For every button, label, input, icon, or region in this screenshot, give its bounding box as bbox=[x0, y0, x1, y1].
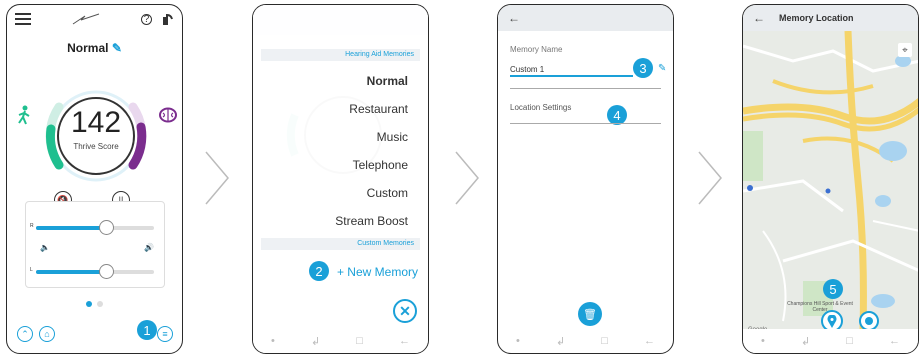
chevron-right-icon bbox=[697, 150, 723, 206]
up-icon[interactable]: ⌃ bbox=[17, 326, 33, 342]
memory-item-telephone[interactable]: Telephone bbox=[353, 158, 408, 172]
close-icon[interactable]: ✕ bbox=[393, 299, 417, 323]
menu-icon[interactable] bbox=[15, 10, 31, 28]
edit-memory-screen: ← Memory Name Custom 1 ✎ 3 Location Sett… bbox=[497, 4, 674, 354]
memories-screen: Hearing Aid Memories Normal Restaurant M… bbox=[252, 4, 429, 354]
score-display: 142 Thrive Score bbox=[56, 106, 136, 151]
logo-icon bbox=[72, 13, 100, 25]
memory-title[interactable]: Normal ✎ bbox=[7, 41, 182, 55]
top-bar: ? bbox=[7, 5, 182, 33]
step-badge-4: 4 bbox=[607, 105, 627, 125]
recents-icon[interactable]: ↲ bbox=[801, 335, 810, 348]
step-badge-5: 5 bbox=[823, 279, 843, 299]
right-volume-fill bbox=[36, 226, 105, 230]
page-dot-active[interactable] bbox=[86, 301, 92, 307]
brain-icon[interactable] bbox=[159, 107, 177, 123]
place-label: Champions Hill Sport & Event Center bbox=[787, 301, 853, 313]
step-badge-2: 2 bbox=[309, 261, 329, 281]
nav-dot-icon[interactable]: • bbox=[271, 335, 275, 347]
android-nav-bar: • ↲ □ ← bbox=[253, 329, 428, 353]
android-nav-bar: • ↲ □ ← bbox=[498, 329, 673, 353]
memory-item-restaurant[interactable]: Restaurant bbox=[349, 102, 408, 116]
memory-item-normal[interactable]: Normal bbox=[367, 74, 408, 88]
trash-icon[interactable]: 🗑 bbox=[578, 302, 602, 326]
page-dot[interactable] bbox=[97, 301, 103, 307]
my-location-icon[interactable] bbox=[859, 311, 879, 331]
help-icon[interactable]: ? bbox=[141, 13, 152, 25]
left-volume-knob[interactable] bbox=[98, 264, 114, 279]
memory-name-input[interactable]: Custom 1 bbox=[510, 65, 544, 74]
memory-name-divider bbox=[510, 88, 661, 89]
recents-icon[interactable]: ↲ bbox=[556, 335, 565, 348]
memory-location-screen: ← Memory Location Google Champions Hill bbox=[742, 4, 919, 354]
gps-icon[interactable]: ⌖ bbox=[898, 43, 912, 57]
memory-item-stream-boost[interactable]: Stream Boost bbox=[335, 214, 408, 228]
edit-icon[interactable]: ✎ bbox=[658, 63, 666, 74]
top-bar: ← Memory Location bbox=[743, 5, 918, 31]
memory-item-music[interactable]: Music bbox=[377, 130, 408, 144]
home-square-icon[interactable]: □ bbox=[356, 335, 363, 347]
chevron-right-icon bbox=[204, 150, 230, 206]
step-badge-1: 1 bbox=[137, 320, 157, 340]
home-square-icon[interactable]: □ bbox=[846, 335, 853, 347]
new-memory-button[interactable]: + New Memory bbox=[337, 265, 418, 279]
back-arrow-icon[interactable]: ← bbox=[399, 335, 410, 347]
score-label: Thrive Score bbox=[73, 142, 119, 151]
top-bar: ← bbox=[498, 5, 673, 31]
activity-icon[interactable] bbox=[17, 105, 31, 125]
home-icon[interactable]: ⌂ bbox=[39, 326, 55, 342]
android-nav-bar: • ↲ □ ← bbox=[743, 329, 918, 353]
speaker-high-icon: 🔊 bbox=[144, 243, 154, 252]
recents-icon[interactable]: ↲ bbox=[311, 335, 320, 348]
home-screen: ? Normal ✎ 142 Thrive Score 🔇 || R 🔈 🔊 L bbox=[6, 4, 183, 354]
chevron-right-icon bbox=[454, 150, 480, 206]
location-divider bbox=[510, 123, 661, 124]
volume-panel: R 🔈 🔊 L bbox=[25, 201, 165, 288]
right-volume-knob[interactable] bbox=[98, 220, 114, 235]
custom-memories-header: Custom Memories bbox=[261, 238, 420, 250]
memory-name-label: Memory Name bbox=[510, 45, 563, 54]
memory-item-custom[interactable]: Custom bbox=[367, 186, 408, 200]
score-value: 142 bbox=[70, 106, 122, 139]
right-volume-slider[interactable] bbox=[36, 220, 154, 235]
back-arrow-icon[interactable]: ← bbox=[889, 335, 900, 347]
hearing-aid-memories-header: Hearing Aid Memories bbox=[261, 49, 420, 61]
page-title: Memory Location bbox=[779, 13, 854, 23]
page-dots bbox=[7, 301, 182, 307]
back-arrow-icon[interactable]: ← bbox=[644, 335, 655, 347]
back-icon[interactable]: ← bbox=[753, 11, 765, 25]
left-volume-slider[interactable] bbox=[36, 264, 154, 279]
slider-l-label: L bbox=[30, 267, 33, 273]
nav-dot-icon[interactable]: • bbox=[761, 335, 765, 347]
home-square-icon[interactable]: □ bbox=[601, 335, 608, 347]
memory-title-label: Normal bbox=[67, 41, 109, 55]
left-volume-fill bbox=[36, 270, 105, 274]
slider-r-label: R bbox=[30, 223, 34, 229]
list-icon[interactable]: ≡ bbox=[157, 326, 173, 342]
back-icon[interactable]: ← bbox=[508, 11, 520, 25]
nav-dot-icon[interactable]: • bbox=[516, 335, 520, 347]
edit-icon[interactable]: ✎ bbox=[112, 41, 122, 55]
memory-name-underline bbox=[510, 75, 633, 77]
step-badge-3: 3 bbox=[633, 58, 653, 78]
location-settings-item[interactable]: Location Settings bbox=[510, 103, 571, 112]
signal-icon[interactable] bbox=[162, 13, 174, 25]
speaker-low-icon: 🔈 bbox=[40, 243, 50, 252]
